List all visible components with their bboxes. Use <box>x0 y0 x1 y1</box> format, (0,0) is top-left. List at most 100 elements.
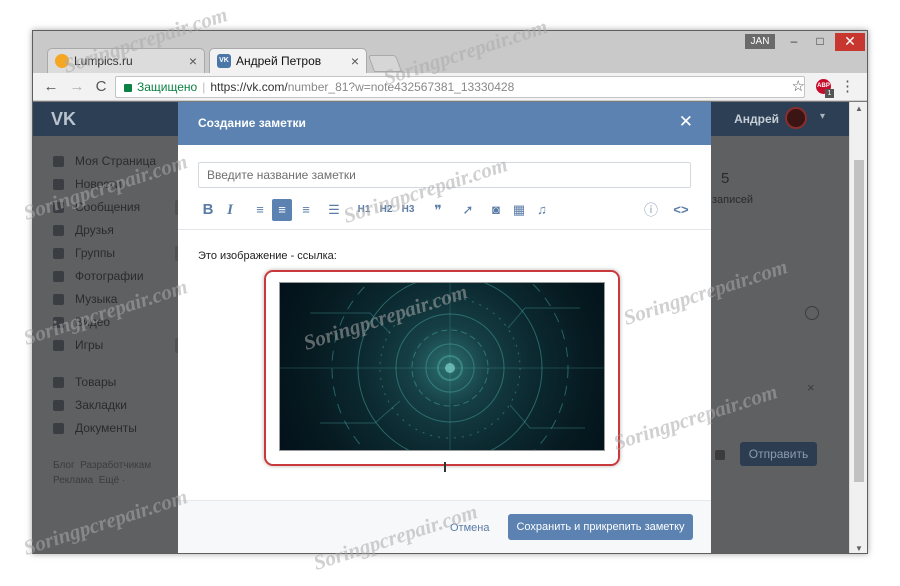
back-arrow-icon[interactable]: ← <box>41 77 61 97</box>
close-icon[interactable]: ✕ <box>679 112 693 132</box>
bag-icon <box>53 377 64 388</box>
audio-icon[interactable]: ♫ <box>532 199 552 221</box>
sidebar-item-video[interactable]: Видео <box>53 311 173 334</box>
close-icon[interactable]: × <box>807 380 815 395</box>
scroll-down-icon[interactable]: ▼ <box>855 544 863 553</box>
home-icon <box>53 156 64 167</box>
camera-icon <box>53 271 64 282</box>
code-icon[interactable]: <> <box>669 199 693 221</box>
tab-vk-profile[interactable]: VK Андрей Петров × <box>209 48 367 74</box>
tab-title: Lumpics.ru <box>74 54 133 68</box>
sidebar-item-my-page[interactable]: Моя Страница <box>53 150 173 173</box>
sidebar-item-goods[interactable]: Товары <box>53 371 173 394</box>
profile-badge[interactable]: JAN <box>745 34 775 49</box>
scrollbar[interactable]: ▲ ▼ <box>849 102 867 553</box>
tab-close-icon[interactable]: × <box>351 49 359 73</box>
footer-link-blog[interactable]: Блог <box>53 460 75 471</box>
tab-close-icon[interactable]: × <box>189 49 197 73</box>
sidebar-item-games[interactable]: Игры4 <box>53 334 187 357</box>
tab-title: Андрей Петров <box>236 54 322 68</box>
heading-1-icon[interactable]: H1 <box>354 199 374 221</box>
sidebar-item-messages[interactable]: Сообщения1 <box>53 196 187 219</box>
list-icon[interactable]: ☰ <box>324 199 344 221</box>
note-body-text[interactable]: Это изображение - ссылка: <box>198 250 337 262</box>
tech-circle-graphic <box>280 283 604 450</box>
smile-icon[interactable] <box>805 306 819 320</box>
sidebar-item-label: Новости <box>75 177 122 191</box>
page-content: VK Андрей ▾ Моя Страница Новости Сообщен… <box>33 102 849 553</box>
photo-icon[interactable]: ◙ <box>486 199 506 221</box>
tab-lumpics[interactable]: Lumpics.ru × <box>47 48 205 74</box>
lock-icon <box>124 83 132 92</box>
chevron-down-icon[interactable]: ▾ <box>820 111 825 122</box>
sidebar-item-label: Закладки <box>75 398 127 412</box>
vk-logo[interactable]: VK <box>51 109 76 130</box>
quote-icon[interactable]: ❞ <box>428 199 448 221</box>
footer-link-ads[interactable]: Реклама <box>53 475 93 486</box>
scrollbar-thumb[interactable] <box>854 160 864 482</box>
linked-image[interactable] <box>279 282 605 451</box>
italic-icon[interactable]: I <box>220 199 240 221</box>
bold-icon[interactable]: B <box>198 199 218 221</box>
heading-2-icon[interactable]: H2 <box>376 199 396 221</box>
sidebar-item-groups[interactable]: Группы1 <box>53 242 187 265</box>
document-icon <box>53 423 64 434</box>
avatar[interactable] <box>785 107 807 129</box>
sidebar-item-news[interactable]: Новости <box>53 173 173 196</box>
nav-divider <box>53 357 173 371</box>
create-note-modal: Создание заметки ✕ B I ≡ ≡ ≡ ☰ H1 H2 H3 … <box>178 102 711 553</box>
align-center-icon[interactable]: ≡ <box>272 199 292 221</box>
address-bar[interactable]: Защищено | https://vk.com/number_81?w=note… <box>115 76 805 98</box>
sidebar-item-documents[interactable]: Документы <box>53 417 173 440</box>
sidebar-item-photos[interactable]: Фотографии <box>53 265 173 288</box>
sidebar-item-label: Музыка <box>75 292 118 306</box>
footer-link-developers[interactable]: Разработчикам <box>80 460 151 471</box>
note-title-input[interactable] <box>198 162 691 188</box>
link-icon[interactable]: ➚ <box>458 199 478 221</box>
friends-icon <box>53 225 64 236</box>
lumpics-favicon-icon <box>55 54 69 68</box>
sidebar-item-label: Фотографии <box>75 269 144 283</box>
divider <box>178 229 711 230</box>
news-icon <box>53 179 64 190</box>
video-icon[interactable]: ▦ <box>509 199 529 221</box>
sidebar-item-label: Документы <box>75 421 137 435</box>
sidebar-item-music[interactable]: Музыка <box>53 288 173 311</box>
maximize-button[interactable]: □ <box>807 33 833 51</box>
padlock-icon[interactable] <box>715 450 725 460</box>
resize-handle[interactable] <box>444 462 446 472</box>
reload-icon[interactable]: C <box>91 77 111 97</box>
sidebar-item-label: Игры <box>75 338 104 352</box>
browser-toolbar: ← → C Защищено | https://vk.com/number_81?… <box>33 73 867 101</box>
new-tab-button[interactable] <box>367 55 403 72</box>
save-attach-button[interactable]: Сохранить и прикрепить заметку <box>508 514 693 540</box>
secure-label: Защищено <box>137 80 198 94</box>
align-left-icon[interactable]: ≡ <box>250 199 270 221</box>
games-icon <box>53 340 64 351</box>
window-close-button[interactable]: ✕ <box>835 33 865 51</box>
modal-footer: Отмена Сохранить и прикрепить заметку <box>178 500 711 553</box>
cancel-button[interactable]: Отмена <box>450 522 489 534</box>
minimize-button[interactable]: – <box>781 33 807 51</box>
scroll-up-icon[interactable]: ▲ <box>855 104 863 113</box>
browser-menu-icon[interactable]: ⋮ <box>840 77 855 95</box>
sidebar-item-label: Группы <box>75 246 115 260</box>
sidebar-item-friends[interactable]: Друзья <box>53 219 173 242</box>
footer-link-more[interactable]: Ещё · <box>99 475 126 486</box>
align-right-icon[interactable]: ≡ <box>296 199 316 221</box>
bookmark-star-icon[interactable]: ☆ <box>792 77 805 95</box>
music-icon <box>53 294 64 305</box>
vk-user-name[interactable]: Андрей <box>734 112 779 126</box>
forward-arrow-icon[interactable]: → <box>67 77 87 97</box>
send-button[interactable]: Отправить <box>740 442 817 466</box>
heading-3-icon[interactable]: H3 <box>398 199 418 221</box>
vk-favicon-icon: VK <box>217 54 231 68</box>
modal-header: Создание заметки ✕ <box>178 102 711 145</box>
editor-toolbar: B I ≡ ≡ ≡ ☰ H1 H2 H3 ❞ ➚ ◙ ▦ ♫ ⓘ <> <box>198 199 691 223</box>
left-navigation: Моя Страница Новости Сообщения1 Друзья Г… <box>53 150 187 440</box>
groups-icon <box>53 248 64 259</box>
video-icon <box>53 317 64 328</box>
sidebar-item-bookmarks[interactable]: Закладки <box>53 394 173 417</box>
messages-icon <box>53 202 64 213</box>
info-icon[interactable]: ⓘ <box>641 199 661 221</box>
